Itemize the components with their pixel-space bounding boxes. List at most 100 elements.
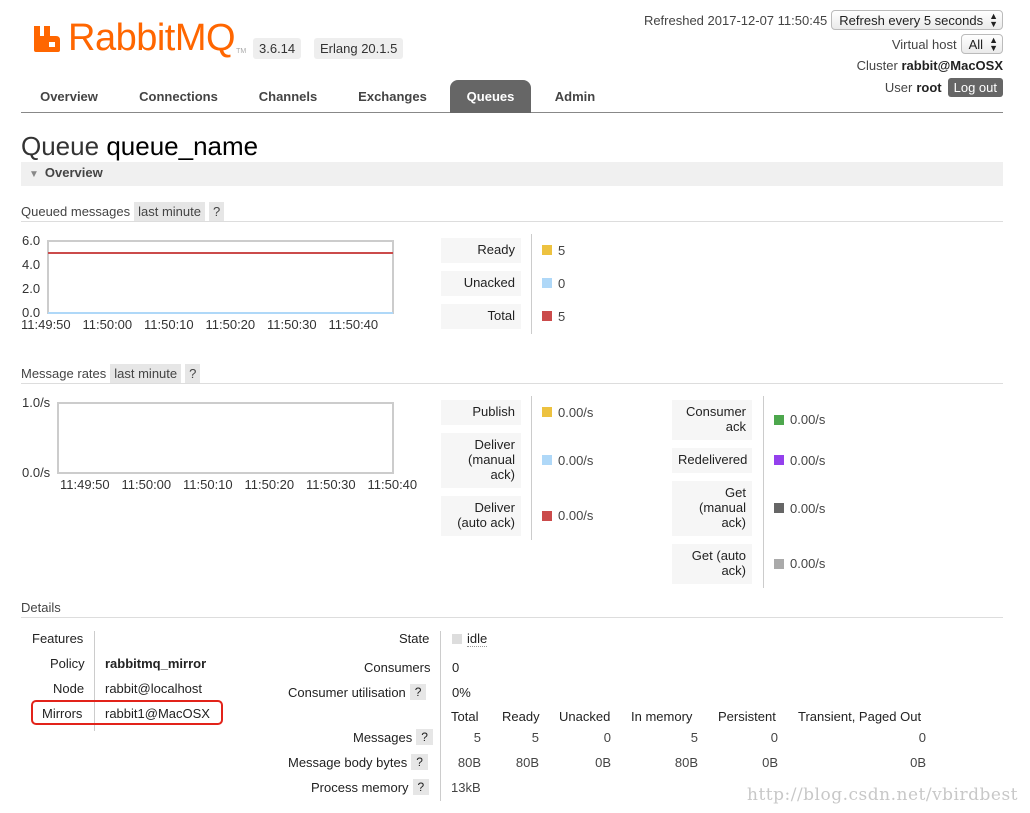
legend-swatch <box>542 455 552 465</box>
message-bytes-help-button[interactable]: ? <box>411 754 428 770</box>
rates-legend-label: Deliver (manual ack) <box>441 433 521 488</box>
details-divider-2 <box>440 631 441 801</box>
y-tick-label: 0.0/s <box>22 465 51 480</box>
refresh-select-value: Refresh every 5 seconds <box>839 12 984 28</box>
tab-admin[interactable]: Admin <box>539 80 611 113</box>
x-tick-label: 11:50:00 <box>122 477 172 492</box>
queued-range-select[interactable]: last minute <box>134 201 205 221</box>
rates-legend-value: 0.00/s <box>774 412 825 427</box>
logo-trademark: TM <box>236 47 247 55</box>
legend-swatch <box>542 407 552 417</box>
messages-row-label: Messages? <box>353 729 433 745</box>
section-title: Overview <box>44 165 103 180</box>
mirrors-value: rabbit1@MacOSX <box>105 706 210 721</box>
rates-chart-svg: 1.0/s 0.0/s 11:49:50 11:50:00 11:50:10 11:50:… <box>22 395 418 492</box>
policy-link[interactable]: rabbitmq_mirror <box>105 656 206 671</box>
overview-section-toggle[interactable]: ▼ Overview <box>21 162 1003 186</box>
x-tick-label: 11:50:40 <box>368 477 418 492</box>
queued-messages-header: Queued messages last minute ? <box>21 201 1003 222</box>
chart-plot-area <box>47 240 394 314</box>
legend-value-text: 5 <box>558 308 566 324</box>
policy-label: Policy <box>50 656 85 671</box>
legend-swatch <box>542 245 552 255</box>
message-bytes-cell: 0B <box>910 755 926 770</box>
vhost-select-value: All <box>968 36 984 52</box>
rates-legend-value: 0.00/s <box>542 508 593 523</box>
message-bytes-cell: 80B <box>515 755 539 770</box>
messages-cell: 5 <box>473 730 481 745</box>
y-tick-label: 1.0/s <box>22 395 51 410</box>
rabbitmq-logo[interactable]: RabbitMQ TM <box>32 16 246 60</box>
legend-divider <box>763 396 764 588</box>
rates-legend-value: 0.00/s <box>774 501 825 516</box>
rates-legend-value: 0.00/s <box>542 453 593 468</box>
message-bytes-row-label: Message body bytes? <box>288 754 428 770</box>
queued-legend-value: 5 <box>542 309 565 324</box>
title-prefix: Queue <box>21 131 100 161</box>
util-label: Consumer utilisation <box>288 684 406 700</box>
message-bytes-label-text: Message body bytes <box>288 754 408 770</box>
x-tick-label: 11:50:20 <box>206 317 256 332</box>
collapse-triangle-icon: ▼ <box>29 169 39 180</box>
process-memory-label-text: Process memory <box>311 779 409 795</box>
queued-chart-svg: 6.04.02.00.011:49:50 11:50:00 11:50:10 11:5… <box>21 233 394 332</box>
vhost-row: Virtual host All ▲ ▼ <box>892 34 1003 54</box>
stats-column-header: Transient, Paged Out <box>798 709 922 724</box>
messages-help-button[interactable]: ? <box>416 729 433 745</box>
x-tick-label: 11:49:50 <box>21 317 71 332</box>
queued-legend-value: 0 <box>542 276 565 291</box>
chart-plot-area <box>57 402 394 474</box>
tab-channels[interactable]: Channels <box>243 80 333 113</box>
queued-legend-label: Ready <box>441 238 521 263</box>
tab-connections[interactable]: Connections <box>122 80 235 113</box>
state-value: idle <box>452 631 488 647</box>
x-tick-label: 11:50:10 <box>183 477 233 492</box>
refreshed-timestamp: Refreshed 2017-12-07 11:50:45 <box>643 12 828 28</box>
idle-state-icon <box>452 634 462 644</box>
legend-swatch <box>774 558 784 569</box>
vhost-select[interactable]: All ▲ ▼ <box>960 34 1003 54</box>
vhost-label: Virtual host <box>891 36 957 52</box>
process-memory-help-button[interactable]: ? <box>412 779 430 795</box>
stats-column-header: Persistent <box>718 709 776 724</box>
util-help-button[interactable]: ? <box>409 684 427 700</box>
erlang-version-badge: Erlang 20.1.5 <box>314 38 404 59</box>
node-label: Node <box>53 681 85 696</box>
legend-value-text: 0.00/s <box>790 556 826 571</box>
legend-value-text: 0.00/s <box>790 412 826 427</box>
queued-help-button[interactable]: ? <box>209 201 225 221</box>
legend-swatch <box>542 311 552 321</box>
legend-swatch <box>542 278 552 288</box>
y-tick-label: 2.0 <box>22 281 40 296</box>
util-value: 0% <box>452 685 471 700</box>
page-title: Queue queue_name <box>21 131 258 162</box>
state-text: idle <box>467 631 488 647</box>
legend-value-text: 0.00/s <box>558 404 594 420</box>
x-tick-label: 11:50:20 <box>245 477 295 492</box>
state-label: State <box>399 631 430 646</box>
cluster-label: Cluster <box>856 58 898 73</box>
legend-swatch <box>774 455 784 465</box>
legend-value-text: 5 <box>558 242 566 258</box>
consumers-value: 0 <box>452 660 460 675</box>
message-bytes-cell: 80B <box>674 755 698 770</box>
main-nav: Overview Connections Channels Exchanges … <box>21 80 1003 113</box>
messages-cell: 0 <box>603 730 611 745</box>
tab-exchanges[interactable]: Exchanges <box>341 80 444 113</box>
x-tick-label: 11:50:00 <box>83 317 133 332</box>
tab-queues[interactable]: Queues <box>450 80 531 113</box>
legend-value-text: 0.00/s <box>790 500 826 516</box>
x-tick-label: 11:50:30 <box>267 317 317 332</box>
legend-value-text: 0.00/s <box>558 508 594 523</box>
rates-range-select[interactable]: last minute <box>110 363 182 383</box>
rates-legend-label: Consumer ack <box>672 400 752 440</box>
updown-arrows-icon: ▲ ▼ <box>989 11 998 29</box>
messages-cell: 0 <box>918 730 926 745</box>
rates-help-button[interactable]: ? <box>185 363 201 383</box>
x-tick-label: 11:50:30 <box>306 477 356 492</box>
refresh-interval-select[interactable]: Refresh every 5 seconds ▲ ▼ <box>831 10 1003 30</box>
rates-legend-label: Redelivered <box>672 448 752 473</box>
tab-overview[interactable]: Overview <box>21 80 117 113</box>
stats-column-header: Total <box>451 709 479 724</box>
legend-swatch <box>774 503 784 513</box>
